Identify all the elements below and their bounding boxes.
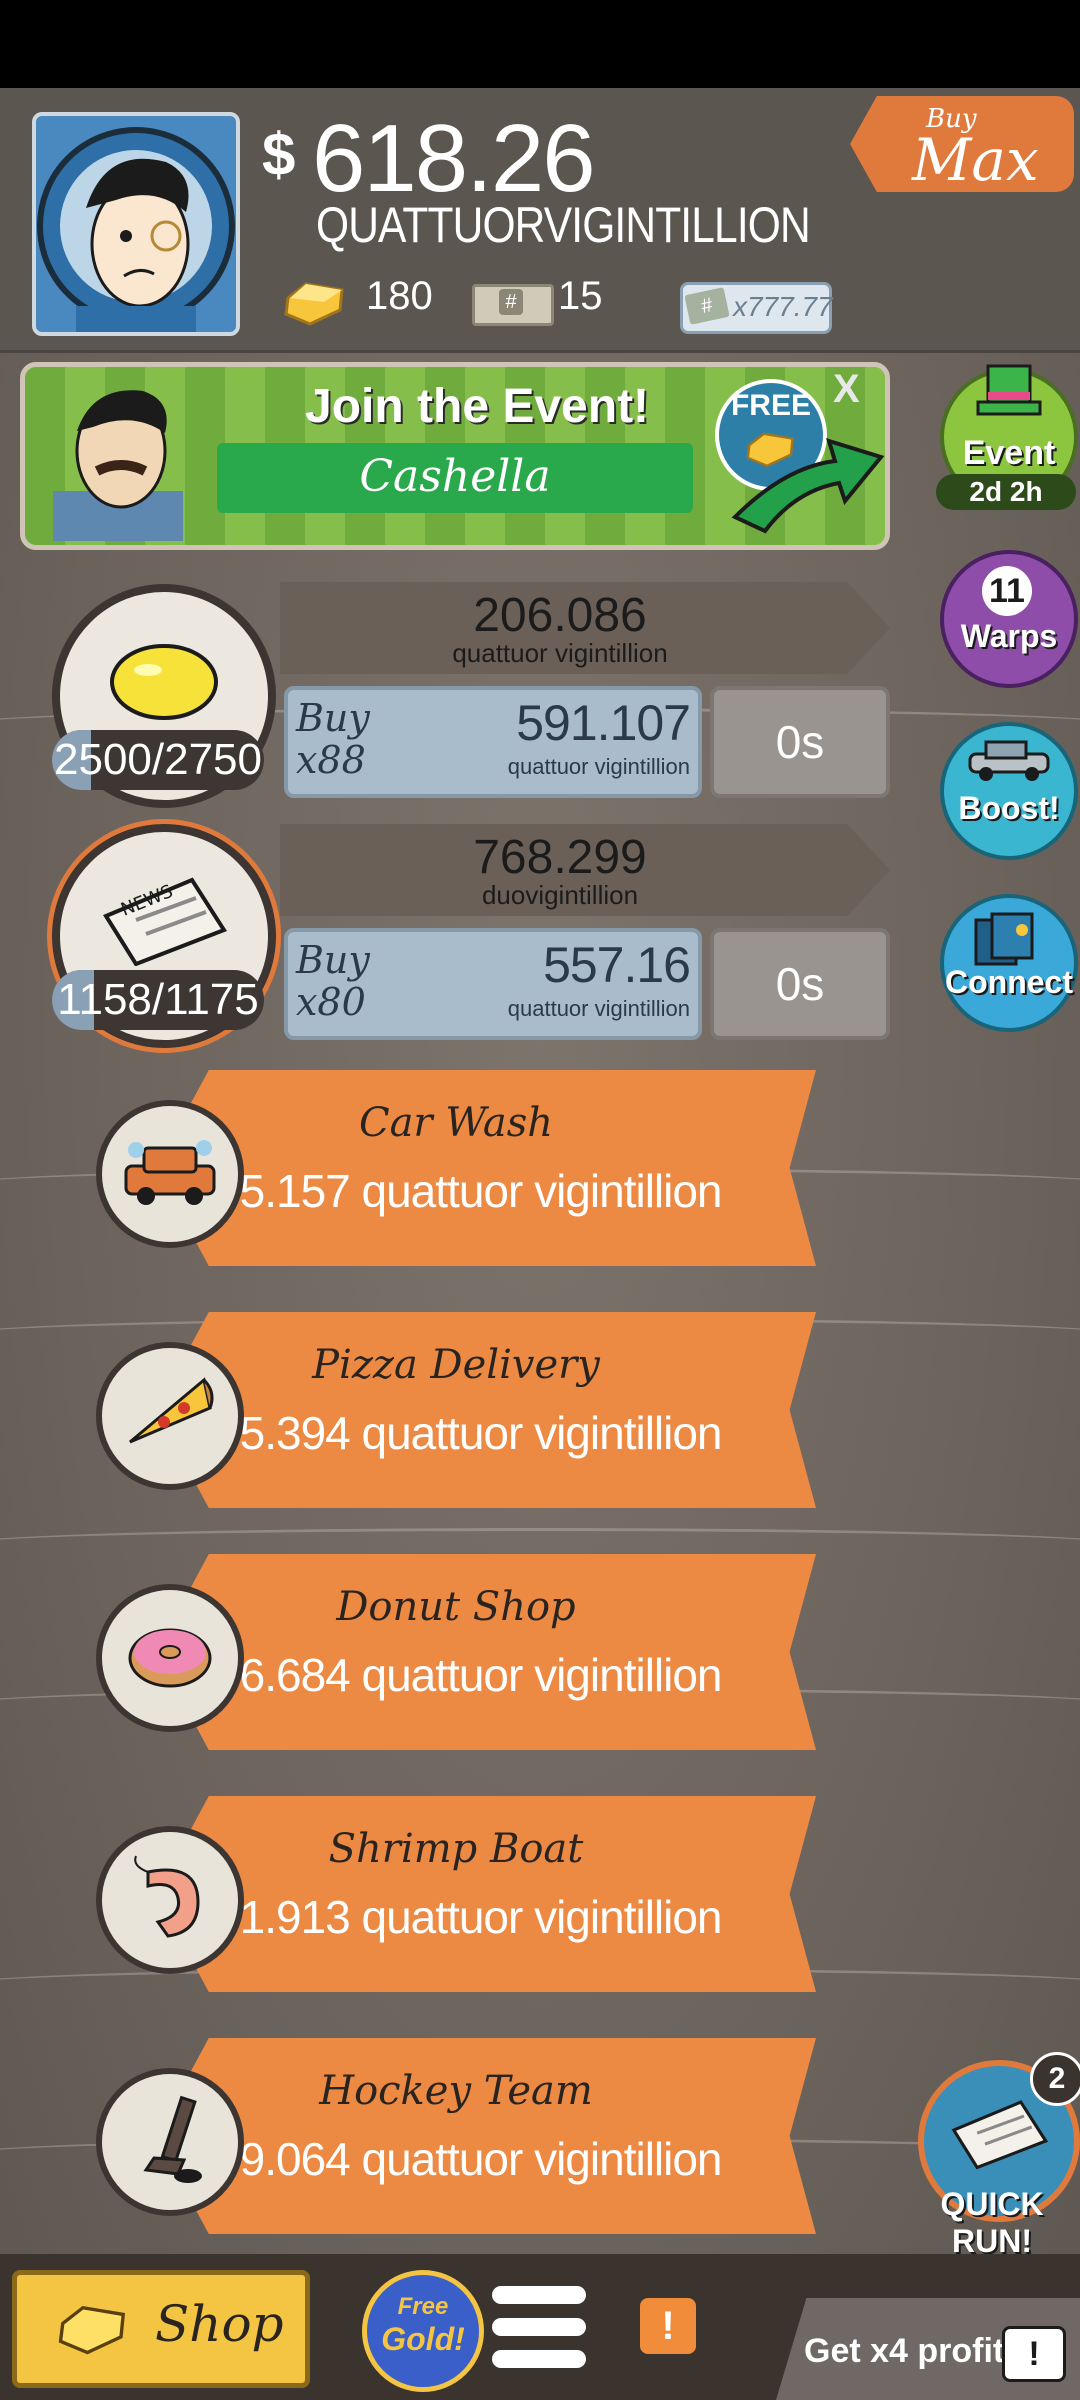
hockey-icon xyxy=(143,2095,202,2183)
unlock-shrimp-boat[interactable]: Shrimp Boat 571.913 quattuor vigintillio… xyxy=(96,1796,816,1992)
business-name: Hockey Team xyxy=(319,2068,593,2114)
warps-button[interactable]: 11 Warps xyxy=(940,550,1078,688)
buy-button[interactable]: Buy x80 557.16 quattuor vigintillion xyxy=(284,928,702,1040)
revenue-bar[interactable]: 206.086 quattuor vigintillion xyxy=(280,582,890,674)
free-label: FREE xyxy=(730,389,811,422)
warps-label: Warps xyxy=(960,618,1058,654)
business-icon-circle xyxy=(96,1584,244,1732)
count-text: 2500/2750 xyxy=(54,735,262,784)
free-gold-bottom: Gold! xyxy=(381,2321,465,2357)
megabill-icon: # xyxy=(684,287,730,325)
event-title: Join the Event! xyxy=(305,380,650,433)
money-unit: QUATTUORVIGINTILLION xyxy=(316,197,811,253)
shop-button[interactable]: Shop xyxy=(12,2270,310,2388)
business-icon-circle xyxy=(96,1826,244,1974)
business-name: Car Wash xyxy=(358,1100,554,1146)
profit-label: Get x4 profit! xyxy=(804,2332,1016,2370)
buy-button[interactable]: Buy x88 591.107 quattuor vigintillion xyxy=(284,686,702,798)
cards-icon xyxy=(974,912,1034,966)
connect-label: Connect xyxy=(945,964,1073,1000)
buy-cost: 557.16 xyxy=(543,937,691,993)
revenue-bar[interactable]: 768.299 duovigintillion xyxy=(280,824,890,916)
unlock-donut-shop[interactable]: Donut Shop 556.684 quattuor vigintillion xyxy=(96,1554,816,1750)
revenue-unit: quattuor vigintillion xyxy=(452,638,668,668)
manager-avatar[interactable] xyxy=(32,112,240,336)
lemon-icon xyxy=(110,644,218,720)
megabucks-icon: # xyxy=(472,284,554,326)
revenue-value: 768.299 xyxy=(473,831,647,884)
business-cost: 569.064 quattuor vigintillion xyxy=(190,2133,722,2185)
close-icon[interactable]: X xyxy=(833,367,860,412)
buy-max-button[interactable]: Buy Max xyxy=(850,96,1074,192)
business-cost: 565.394 quattuor vigintillion xyxy=(190,1407,722,1459)
top-hat-icon xyxy=(976,364,1042,416)
buy-cost: 591.107 xyxy=(516,695,691,751)
quick-run-label: QUICK RUN! xyxy=(940,2186,1044,2259)
quick-run-badge: 2 xyxy=(1030,2052,1080,2106)
business-cost: 571.913 quattuor vigintillion xyxy=(190,1891,722,1943)
event-arrow-icon xyxy=(731,437,885,534)
business-name: Donut Shop xyxy=(336,1584,576,1630)
business-icon-circle xyxy=(96,2068,244,2216)
buy-label: Buy xyxy=(296,938,370,982)
multiplier-label: x777.77 xyxy=(733,291,833,322)
buy-label: Buy xyxy=(296,696,370,740)
buy-max-bottom: Max xyxy=(912,126,1039,194)
buy-cost-unit: quattuor vigintillion xyxy=(507,996,690,1021)
multiplier-badge[interactable]: # x777.77 xyxy=(680,282,833,334)
car-icon xyxy=(124,1140,216,1205)
astronaut-face-icon xyxy=(37,127,235,332)
tv-icon: ! xyxy=(1002,2326,1066,2382)
boost-label: Boost! xyxy=(958,790,1060,826)
donut-icon xyxy=(128,1628,212,1688)
business-timer: 0s xyxy=(710,686,890,798)
buy-qty: x80 xyxy=(296,980,366,1024)
buy-cost-unit: quattuor vigintillion xyxy=(507,754,690,779)
event-name: Cashella xyxy=(359,451,551,502)
business-name: Pizza Delivery xyxy=(312,1342,600,1388)
revenue-value: 206.086 xyxy=(473,589,647,642)
profit-boost-button[interactable]: Get x4 profit! ! xyxy=(776,2298,1080,2400)
event-timer: 2d 2h xyxy=(936,474,1076,510)
unlock-car-wash[interactable]: Car Wash 555.157 quattuor vigintillion xyxy=(96,1070,816,1266)
gold-icon xyxy=(58,2305,126,2355)
business-cost: 555.157 quattuor vigintillion xyxy=(190,1165,722,1217)
event-manager-icon xyxy=(53,390,183,541)
event-banner[interactable]: Join the Event! Cashella FREE X xyxy=(20,362,890,550)
car-icon xyxy=(968,740,1050,781)
business-name: Shrimp Boat xyxy=(328,1826,584,1872)
unlock-hockey-team[interactable]: Hockey Team 569.064 quattuor vigintillio… xyxy=(96,2038,816,2234)
gold-icon xyxy=(280,278,350,333)
business-cost: 556.684 quattuor vigintillion xyxy=(190,1649,722,1701)
status-bar xyxy=(0,0,1080,88)
megabucks-count: 15 xyxy=(558,274,603,318)
gold-count: 180 xyxy=(366,274,433,318)
count-text: 1158/1175 xyxy=(57,975,259,1024)
shop-label: Shop xyxy=(155,2295,284,2353)
shrimp-icon xyxy=(134,1855,200,1938)
event-label: Event xyxy=(962,434,1056,472)
alert-button[interactable]: ! xyxy=(640,2298,696,2354)
business-icon-circle xyxy=(96,1342,244,1490)
buy-qty: x88 xyxy=(296,738,366,782)
revenue-unit: duovigintillion xyxy=(481,880,639,910)
newspaper-icon xyxy=(951,2100,1049,2170)
unlock-pizza-delivery[interactable]: Pizza Delivery 565.394 quattuor vigintil… xyxy=(96,1312,816,1508)
boost-button[interactable]: Boost! xyxy=(940,722,1078,860)
connect-button[interactable]: Connect xyxy=(940,894,1078,1032)
free-gold-top: Free xyxy=(397,2293,449,2320)
business-timer: 0s xyxy=(710,928,890,1040)
warps-count: 11 xyxy=(982,566,1032,616)
business-count: 2500/2750 xyxy=(52,730,264,790)
menu-icon[interactable] xyxy=(492,2286,586,2370)
free-gold-button[interactable]: Free Gold! xyxy=(362,2270,484,2392)
business-count: 1158/1175 xyxy=(52,970,264,1030)
business-icon-circle xyxy=(96,1100,244,1248)
newspaper-icon: NEWS xyxy=(103,877,228,966)
pizza-icon xyxy=(129,1377,214,1444)
currency-symbol: $ xyxy=(262,121,296,188)
